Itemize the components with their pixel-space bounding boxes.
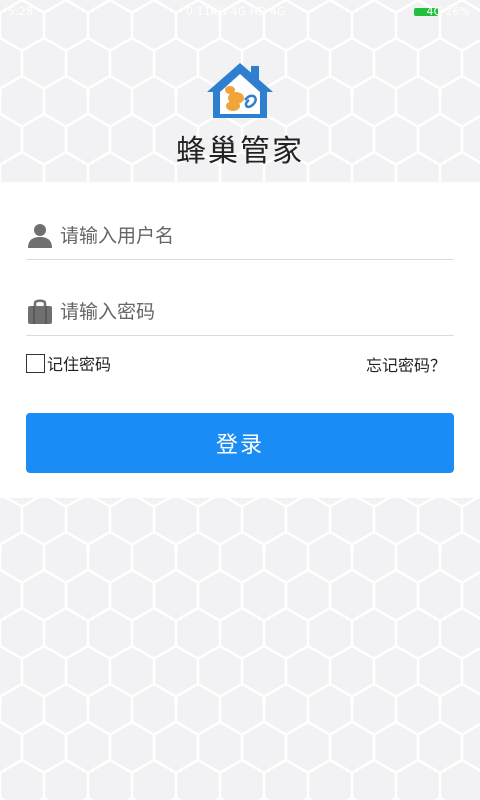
password-field — [26, 292, 454, 336]
app-name: 蜂巢管家 — [176, 134, 304, 169]
username-field — [26, 216, 454, 260]
login-button[interactable]: 登录 — [26, 413, 454, 473]
remember-checkbox[interactable] — [26, 353, 45, 373]
user-icon — [28, 224, 52, 248]
remember-password[interactable]: 记住密码 — [26, 352, 111, 374]
forgot-password-link[interactable]: 忘记密码？ — [366, 352, 446, 376]
status-time: 5:28 — [8, 5, 33, 18]
house-bee-icon — [207, 63, 273, 118]
login-card: 记住密码 忘记密码？ 登录 — [0, 182, 480, 498]
lock-icon — [28, 299, 52, 324]
status-battery-text: 4G 26% — [426, 5, 470, 18]
username-input[interactable] — [60, 220, 450, 252]
password-input[interactable] — [60, 296, 450, 328]
logo-area: 蜂巢管家 — [0, 60, 480, 170]
status-bar: 5:28 0.11K/s 4G HD 4G 4G 26% — [0, 0, 480, 24]
status-network: 0.11K/s 4G HD 4G — [186, 5, 286, 18]
remember-label[interactable]: 记住密码 — [47, 351, 111, 375]
